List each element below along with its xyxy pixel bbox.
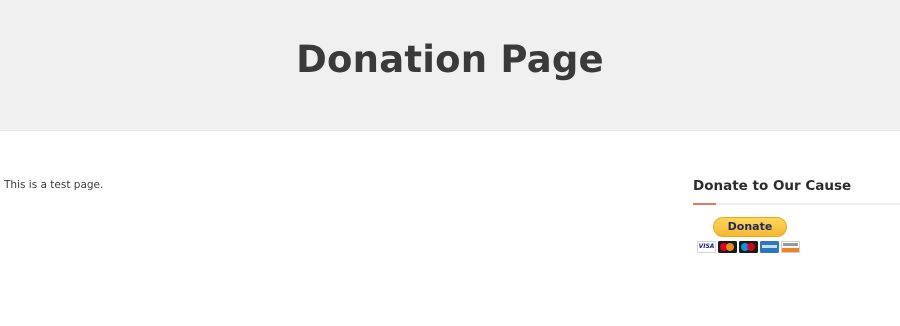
page-title: Donation Page bbox=[296, 38, 604, 81]
donate-button[interactable]: Donate bbox=[713, 217, 787, 237]
page: Donation Page This is a test page. Donat… bbox=[0, 0, 900, 326]
maestro-card-icon bbox=[739, 241, 758, 253]
discover-card-icon bbox=[781, 241, 800, 253]
donation-widget: Donate to Our Cause Donate VISA bbox=[693, 176, 900, 257]
paypal-donate-block: Donate VISA bbox=[693, 217, 805, 257]
widget-title-accent bbox=[693, 203, 716, 205]
accepted-cards: VISA bbox=[697, 241, 800, 253]
page-header: Donation Page bbox=[0, 0, 900, 131]
visa-card-icon: VISA bbox=[697, 241, 716, 253]
amex-card-icon bbox=[760, 241, 779, 253]
widget-title: Donate to Our Cause bbox=[693, 178, 852, 194]
widget-title-divider bbox=[693, 203, 900, 205]
mastercard-icon bbox=[718, 241, 737, 253]
page-content-text: This is a test page. bbox=[4, 179, 104, 191]
